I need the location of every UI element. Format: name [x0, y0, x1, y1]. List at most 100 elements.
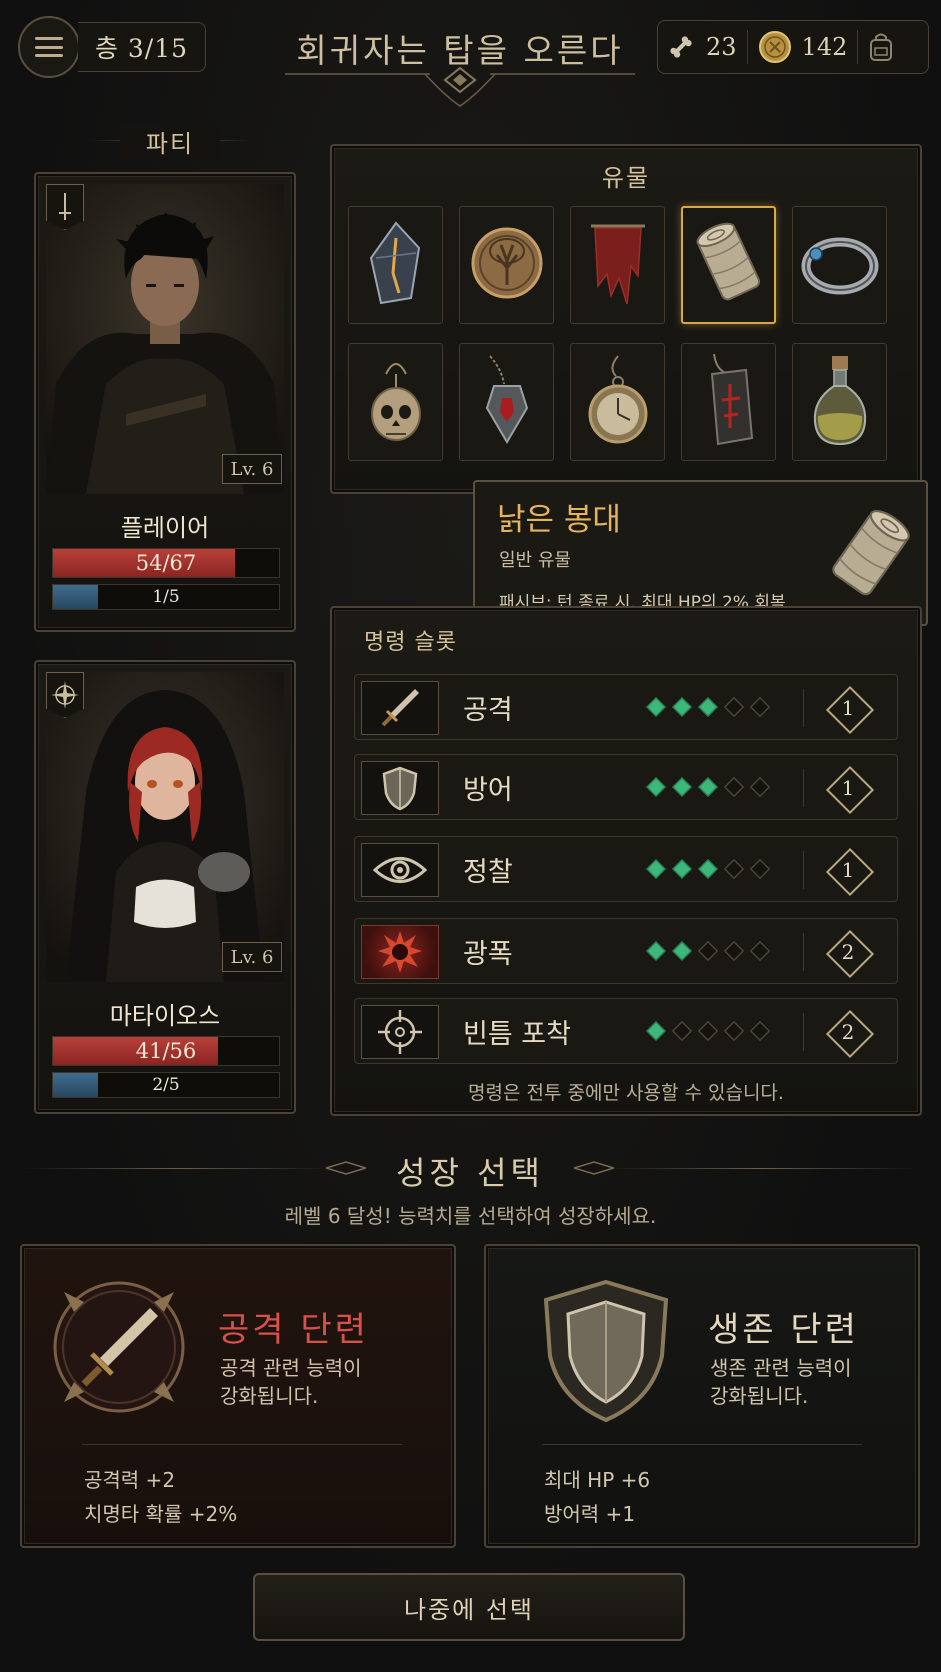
relics-heading: 유물	[601, 164, 651, 192]
resource-bar: 23 142	[657, 20, 929, 74]
xp-text: 2/5	[152, 1075, 180, 1095]
relic-slot[interactable]	[459, 343, 554, 461]
pip-empty	[749, 696, 771, 718]
command-row-rage[interactable]: 광폭 2	[354, 918, 898, 984]
party-card-player[interactable]: Lv. 6 플레이어 54/67 1/5	[34, 172, 296, 632]
command-label: 방어	[463, 774, 513, 806]
pip-empty	[749, 940, 771, 962]
hp-bar: 41/56	[52, 1036, 280, 1066]
relic-slot[interactable]	[570, 206, 665, 324]
growth-stat-2: 방어력 +1	[544, 1502, 636, 1526]
growth-option-desc-2: 강화됩니다.	[710, 1384, 809, 1408]
bone-icon	[668, 34, 694, 60]
growth-subtitle: 레벨 6 달성! 능력치를 선택하여 성장하세요.	[284, 1204, 657, 1228]
hp-text: 54/67	[135, 551, 197, 575]
relic-slot[interactable]	[570, 343, 665, 461]
shield-emblem-icon	[534, 1276, 678, 1430]
menu-button[interactable]	[18, 16, 80, 78]
xp-bar: 2/5	[52, 1072, 280, 1098]
command-label: 공격	[463, 694, 513, 726]
player-portrait	[46, 184, 284, 494]
growth-option-attack[interactable]: 공격 단련 공격 관련 능력이 강화됩니다. 공격력 +2 치명타 확률 +2%	[20, 1244, 456, 1548]
command-pips	[645, 919, 771, 983]
level-badge: Lv. 6	[222, 942, 282, 972]
command-row-scout[interactable]: 정찰 1	[354, 836, 898, 902]
growth-option-desc-1: 생존 관련 능력이	[710, 1356, 852, 1380]
command-cost: 1	[827, 767, 869, 809]
relic-slot[interactable]	[792, 343, 887, 461]
command-row-attack[interactable]: 공격 1	[354, 674, 898, 740]
pip-filled	[671, 858, 693, 880]
growth-heading-line-left	[22, 1168, 334, 1169]
party-card-mataios[interactable]: Lv. 6 마타이오스 41/56 2/5	[34, 660, 296, 1114]
command-slots-heading: 명령 슬롯	[364, 630, 457, 655]
pip-filled	[697, 696, 719, 718]
pip-filled	[645, 1020, 667, 1042]
command-label: 정찰	[463, 856, 513, 888]
page-title: 회귀자는 탑을 오른다	[296, 31, 624, 70]
ornament-diamond-right	[574, 1161, 614, 1175]
compass-star-class-icon	[46, 672, 84, 718]
pip-filled	[671, 696, 693, 718]
pip-filled	[645, 858, 667, 880]
torn-banner-icon	[583, 216, 653, 314]
command-row-opening[interactable]: 빈틈 포착 2	[354, 998, 898, 1064]
sword-icon	[361, 681, 439, 735]
command-pips	[645, 837, 771, 901]
growth-stat-1: 최대 HP +6	[544, 1468, 651, 1492]
pip-filled	[697, 776, 719, 798]
pip-filled	[645, 696, 667, 718]
character-name: 마타이오스	[109, 1002, 221, 1030]
relic-slot[interactable]	[459, 206, 554, 324]
relic-slot[interactable]	[348, 343, 443, 461]
tree-coin-icon	[467, 223, 547, 307]
backpack-icon[interactable]	[868, 32, 894, 62]
growth-option-title: 생존 단련	[708, 1310, 859, 1350]
command-label: 광폭	[463, 938, 513, 970]
menu-icon	[35, 37, 63, 57]
command-cost: 2	[827, 1011, 869, 1053]
growth-stat-2: 치명타 확률 +2%	[84, 1502, 238, 1526]
command-cost: 1	[827, 687, 869, 729]
relic-slot[interactable]	[792, 206, 887, 324]
pip-filled	[671, 940, 693, 962]
party-heading: 파티	[120, 124, 220, 159]
skull-charm-icon	[358, 352, 434, 452]
pip-empty	[723, 940, 745, 962]
pip-empty	[697, 940, 719, 962]
command-pips	[645, 755, 771, 819]
pip-empty	[697, 1020, 719, 1042]
crystal-shard-icon	[361, 218, 431, 312]
coin-icon	[758, 30, 792, 64]
growth-option-survival[interactable]: 생존 단련 생존 관련 능력이 강화됩니다. 최대 HP +6 방어력 +1	[484, 1244, 920, 1548]
character-name: 플레이어	[120, 514, 210, 542]
relic-tooltip: 낡은 봉대 일반 유물 패시브: 턴 종료 시, 최대 HP의 2% 회복	[473, 480, 928, 626]
growth-option-desc-2: 강화됩니다.	[220, 1384, 319, 1408]
relic-slot[interactable]	[348, 206, 443, 324]
growth-heading: 성장 선택	[396, 1154, 544, 1192]
level-badge: Lv. 6	[222, 454, 282, 484]
command-row-defense[interactable]: 방어 1	[354, 754, 898, 820]
choose-later-button[interactable]: 나중에 선택	[253, 1573, 685, 1641]
pip-empty	[723, 1020, 745, 1042]
growth-heading-line-right	[606, 1168, 918, 1169]
command-cost: 2	[827, 931, 869, 973]
growth-option-title: 공격 단련	[218, 1310, 369, 1350]
command-label: 빈틈 포착	[463, 1018, 571, 1050]
xp-text: 1/5	[152, 587, 180, 607]
command-footnote: 명령은 전투 중에만 사용할 수 있습니다.	[468, 1082, 784, 1104]
potion-bottle-icon	[805, 350, 875, 454]
silver-ring-icon	[798, 228, 882, 302]
xp-bar: 1/5	[52, 584, 280, 610]
tooltip-rarity: 일반 유물	[499, 550, 571, 571]
pip-filled	[645, 940, 667, 962]
relic-slot[interactable]	[681, 343, 776, 461]
bandage-roll-icon	[689, 218, 769, 312]
pip-empty	[723, 776, 745, 798]
growth-stat-1: 공격력 +2	[84, 1468, 176, 1492]
pip-empty	[723, 858, 745, 880]
crosshair-icon	[361, 1005, 439, 1059]
growth-option-desc-1: 공격 관련 능력이	[220, 1356, 362, 1380]
relic-slot-selected[interactable]	[681, 206, 776, 324]
rage-burst-icon	[361, 925, 439, 979]
